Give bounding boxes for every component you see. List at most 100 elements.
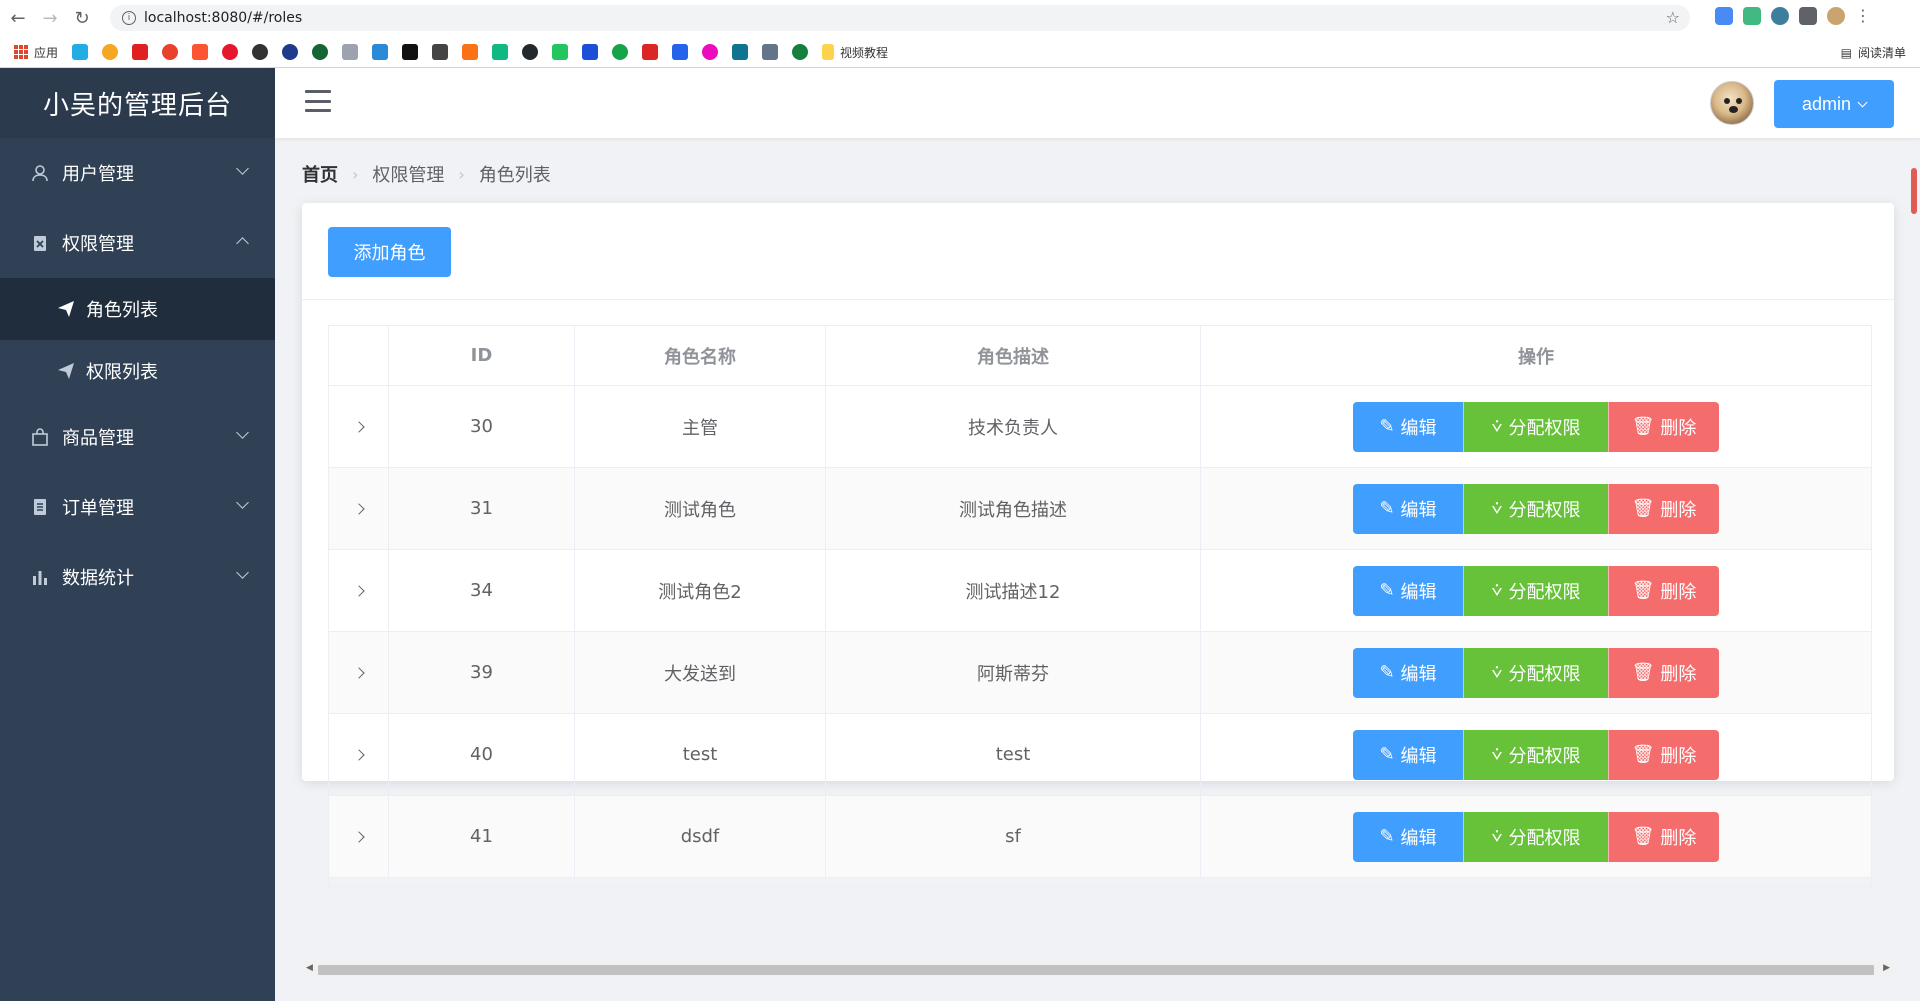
bookmark-icon[interactable]: [642, 44, 659, 60]
sidebar-item-users[interactable]: 用户管理: [0, 138, 275, 208]
action-button-group: ✎ 编辑 ⩒ 分配权限 🗑 删除: [1353, 811, 1719, 862]
weibo-bookmark-icon[interactable]: [222, 44, 239, 60]
bookmark-apps[interactable]: 应用: [14, 44, 58, 61]
sidebar-item-statistics[interactable]: 数据统计: [0, 542, 275, 612]
bilibili-bookmark-icon[interactable]: [72, 44, 89, 60]
scroll-left-icon[interactable]: ◀: [306, 963, 313, 973]
collapse-menu-icon[interactable]: [305, 90, 331, 112]
edit-icon: ✎: [1379, 580, 1395, 600]
trash-icon: 🗑: [1631, 498, 1655, 518]
bookmark-icon[interactable]: [402, 44, 419, 60]
sidebar-subitem-role-list[interactable]: 角色列表: [0, 278, 275, 340]
add-role-button[interactable]: 添加角色: [328, 227, 451, 277]
apps-grid-icon: [14, 45, 28, 59]
address-bar[interactable]: i localhost:8080/#/roles ☆: [110, 5, 1690, 31]
bookmark-icon[interactable]: [132, 44, 149, 60]
menu-dots-icon[interactable]: ⋮: [1855, 6, 1871, 25]
edit-button[interactable]: ✎ 编辑: [1353, 565, 1463, 616]
table-row: 30 主管 技术负责人 ✎ 编辑 ⩒ 分配权限 🗑 删除: [329, 386, 1871, 468]
delete-button[interactable]: 🗑 删除: [1608, 401, 1719, 452]
shopping-bag-icon: [30, 427, 50, 447]
user-dropdown-button[interactable]: admin: [1774, 80, 1894, 128]
cell-id: 31: [389, 468, 575, 549]
assign-permission-button[interactable]: ⩒ 分配权限: [1463, 483, 1608, 534]
table-row: 40 test test ✎ 编辑 ⩒ 分配权限 🗑 删除: [329, 714, 1871, 796]
back-icon[interactable]: ←: [4, 4, 32, 32]
bookmark-icon[interactable]: [612, 44, 629, 60]
github-bookmark-icon[interactable]: [522, 44, 539, 60]
bookmark-star-icon[interactable]: ☆: [1666, 8, 1680, 27]
sidebar-subitem-permission-list[interactable]: 权限列表: [0, 340, 275, 402]
horizontal-scrollbar[interactable]: ◀ ▶: [302, 961, 1894, 977]
breadcrumb-home[interactable]: 首页: [302, 161, 338, 187]
bookmark-icon[interactable]: [732, 44, 749, 60]
edit-button[interactable]: ✎ 编辑: [1353, 729, 1463, 780]
forward-icon[interactable]: →: [36, 4, 64, 32]
paper-plane-icon: [56, 299, 76, 319]
assign-permission-button[interactable]: ⩒ 分配权限: [1463, 565, 1608, 616]
bookmark-icon[interactable]: [672, 44, 689, 60]
delete-button[interactable]: 🗑 删除: [1608, 811, 1719, 862]
expand-row-button[interactable]: [329, 386, 389, 467]
action-button-group: ✎ 编辑 ⩒ 分配权限 🗑 删除: [1353, 647, 1719, 698]
bookmark-icon[interactable]: [372, 44, 389, 60]
edit-button[interactable]: ✎ 编辑: [1353, 647, 1463, 698]
expand-row-button[interactable]: [329, 550, 389, 631]
extension-icon[interactable]: [1771, 6, 1789, 25]
bookmark-icon[interactable]: [252, 44, 269, 60]
browser-chrome: ← → ↻ i localhost:8080/#/roles ☆ ⋮ 应用 视频…: [0, 0, 1920, 68]
edit-button[interactable]: ✎ 编辑: [1353, 811, 1463, 862]
translate-extension-icon[interactable]: [1715, 6, 1733, 25]
delete-button[interactable]: 🗑 删除: [1608, 565, 1719, 616]
puzzle-icon[interactable]: [1799, 6, 1817, 25]
expand-row-button[interactable]: [329, 796, 389, 877]
delete-button[interactable]: 🗑 删除: [1608, 483, 1719, 534]
bookmark-icon[interactable]: [582, 44, 599, 60]
delete-button[interactable]: 🗑 删除: [1608, 647, 1719, 698]
bookmark-icon[interactable]: [192, 44, 209, 60]
bookmark-icon[interactable]: [162, 44, 179, 60]
sidebar-item-permissions[interactable]: 权限管理: [0, 208, 275, 278]
bookmark-icon[interactable]: [492, 44, 509, 60]
bookmark-video-tutorial[interactable]: 视频教程: [822, 44, 888, 61]
bookmark-icon[interactable]: [552, 44, 569, 60]
delete-button[interactable]: 🗑 删除: [1608, 729, 1719, 780]
edit-button[interactable]: ✎ 编辑: [1353, 401, 1463, 452]
reading-list[interactable]: ▤ 阅读清单: [1841, 44, 1906, 61]
trash-icon: 🗑: [1631, 826, 1655, 846]
edit-button[interactable]: ✎ 编辑: [1353, 483, 1463, 534]
vue-devtools-icon[interactable]: [1743, 6, 1761, 25]
reload-icon[interactable]: ↻: [68, 4, 96, 32]
chevron-right-icon: [352, 420, 365, 433]
profile-avatar-icon[interactable]: [1827, 6, 1845, 25]
bookmark-icon[interactable]: [432, 44, 449, 60]
avatar[interactable]: [1710, 81, 1754, 125]
bookmark-icon[interactable]: [102, 44, 119, 60]
bookmark-icon[interactable]: [312, 44, 329, 60]
share-icon: ⩒: [1491, 580, 1503, 600]
vertical-scrollbar-marker[interactable]: [1911, 168, 1917, 214]
assign-permission-button[interactable]: ⩒ 分配权限: [1463, 729, 1608, 780]
scroll-right-icon[interactable]: ▶: [1883, 963, 1890, 973]
bookmark-icon[interactable]: [792, 44, 809, 60]
chevron-down-icon: [236, 496, 249, 509]
assign-permission-button[interactable]: ⩒ 分配权限: [1463, 647, 1608, 698]
expand-row-button[interactable]: [329, 468, 389, 549]
share-icon: ⩒: [1491, 416, 1503, 436]
home-bookmark-icon[interactable]: [342, 44, 359, 60]
sidebar-item-orders[interactable]: 订单管理: [0, 472, 275, 542]
bookmark-icon[interactable]: [762, 44, 779, 60]
bookmark-icon[interactable]: [462, 44, 479, 60]
bookmark-icon[interactable]: [702, 44, 719, 60]
site-info-icon[interactable]: i: [122, 11, 136, 25]
expand-row-button[interactable]: [329, 714, 389, 795]
table-row: 39 大发送到 阿斯蒂芬 ✎ 编辑 ⩒ 分配权限 🗑 删除: [329, 632, 1871, 714]
avatar-nose: [1729, 106, 1738, 113]
expand-row-button[interactable]: [329, 632, 389, 713]
assign-permission-button[interactable]: ⩒ 分配权限: [1463, 401, 1608, 452]
sidebar-item-goods[interactable]: 商品管理: [0, 402, 275, 472]
scrollbar-thumb[interactable]: [318, 965, 1874, 975]
assign-permission-button[interactable]: ⩒ 分配权限: [1463, 811, 1608, 862]
cell-name: 大发送到: [575, 632, 826, 713]
bookmark-icon[interactable]: [282, 44, 299, 60]
